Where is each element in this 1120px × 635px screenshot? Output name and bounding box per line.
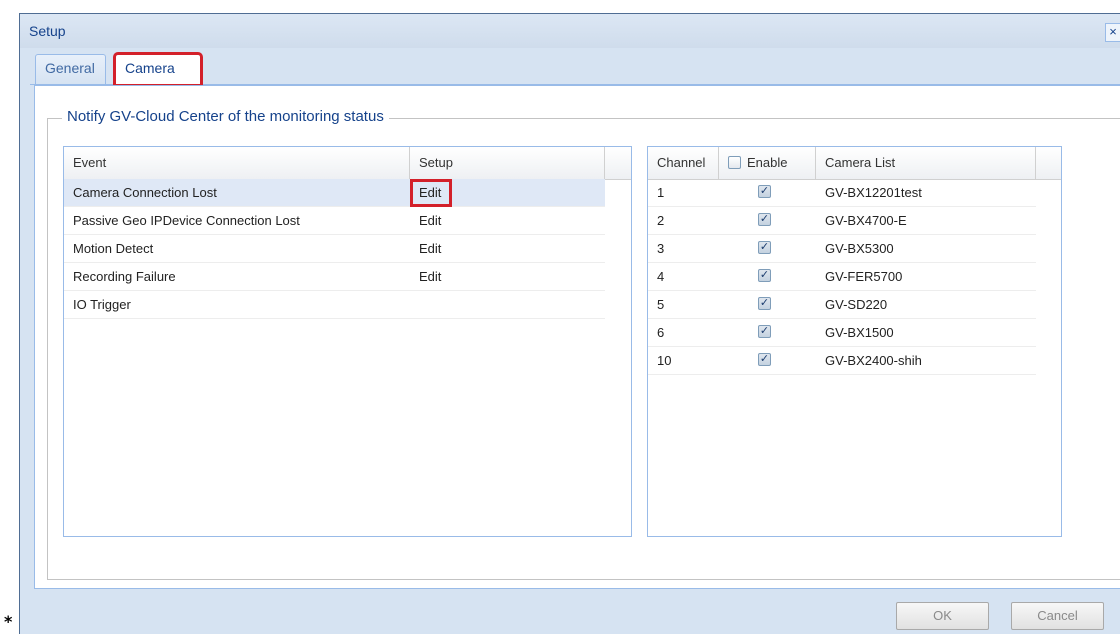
camera-name: GV-BX1500 (825, 325, 894, 340)
enable-checkbox[interactable]: ✓ (758, 185, 771, 198)
camera-row[interactable]: 4 ✓ GV-FER5700 (648, 263, 1036, 291)
camera-row[interactable]: 2 ✓ GV-BX4700-E (648, 207, 1036, 235)
column-header-event[interactable]: Event (64, 147, 410, 179)
camera-name: GV-FER5700 (825, 269, 903, 284)
enable-checkbox[interactable]: ✓ (758, 325, 771, 338)
event-row[interactable]: IO Trigger (64, 291, 605, 319)
enable-checkbox[interactable]: ✓ (758, 241, 771, 254)
channel-number: 2 (657, 213, 665, 228)
event-row[interactable]: Motion Detect Edit (64, 235, 605, 263)
event-name: Passive Geo IPDevice Connection Lost (73, 213, 300, 228)
fieldset-legend: Notify GV-Cloud Center of the monitoring… (62, 108, 389, 125)
channel-number: 3 (657, 241, 665, 256)
events-grid-header: Event Setup (64, 147, 631, 180)
setup-dialog: Setup × General Camera Notify GV-Cloud C… (19, 13, 1120, 634)
ok-button[interactable]: OK (896, 602, 989, 630)
camera-row[interactable]: 3 ✓ GV-BX5300 (648, 235, 1036, 263)
camera-row[interactable]: 1 ✓ GV-BX12201test (648, 179, 1036, 207)
event-row[interactable]: Passive Geo IPDevice Connection Lost Edi… (64, 207, 605, 235)
close-icon[interactable]: × (1105, 23, 1120, 42)
tab-general[interactable]: General (35, 54, 106, 84)
channel-number: 6 (657, 325, 665, 340)
camera-row[interactable]: 6 ✓ GV-BX1500 (648, 319, 1036, 347)
column-header-channel[interactable]: Channel (648, 147, 719, 179)
edit-link[interactable]: Edit (410, 207, 441, 234)
channel-number: 1 (657, 185, 665, 200)
event-name: Camera Connection Lost (73, 185, 217, 200)
camera-grid-header: Channel Enable Camera List (648, 147, 1061, 180)
camera-row[interactable]: 10 ✓ GV-BX2400-shih (648, 347, 1036, 375)
dialog-titlebar: Setup × (20, 14, 1120, 48)
tab-bar: General Camera (30, 50, 1120, 87)
enable-checkbox[interactable]: ✓ (758, 297, 771, 310)
enable-checkbox[interactable]: ✓ (758, 213, 771, 226)
camera-grid: Channel Enable Camera List 1 ✓ GV-BX1220… (647, 146, 1062, 537)
event-row[interactable]: Recording Failure Edit (64, 263, 605, 291)
annotation-asterisk: * (4, 612, 13, 631)
channel-number: 10 (657, 353, 672, 368)
column-header-camera-list[interactable]: Camera List (816, 147, 1036, 179)
dialog-title: Setup (29, 23, 66, 39)
camera-name: GV-BX2400-shih (825, 353, 922, 368)
event-name: Motion Detect (73, 241, 154, 256)
camera-name: GV-BX12201test (825, 185, 922, 200)
event-name: Recording Failure (73, 269, 176, 284)
edit-link[interactable]: Edit (410, 263, 441, 290)
enable-checkbox[interactable]: ✓ (758, 353, 771, 366)
edit-link[interactable]: Edit (410, 179, 452, 207)
camera-name: GV-BX4700-E (825, 213, 907, 228)
camera-name: GV-BX5300 (825, 241, 894, 256)
camera-name: GV-SD220 (825, 297, 888, 312)
event-row[interactable]: Camera Connection Lost Edit (64, 179, 605, 207)
edit-link[interactable] (410, 291, 419, 318)
channel-number: 5 (657, 297, 665, 312)
enable-checkbox[interactable]: ✓ (758, 269, 771, 282)
tab-content-camera: Notify GV-Cloud Center of the monitoring… (34, 85, 1120, 589)
column-header-enable[interactable]: Enable (719, 147, 816, 179)
camera-row[interactable]: 5 ✓ GV-SD220 (648, 291, 1036, 319)
column-header-setup[interactable]: Setup (410, 147, 605, 179)
cancel-button[interactable]: Cancel (1011, 602, 1104, 630)
edit-link[interactable]: Edit (410, 235, 441, 262)
dialog-footer: OK Cancel (34, 587, 1120, 635)
monitoring-status-fieldset: Notify GV-Cloud Center of the monitoring… (47, 108, 1120, 580)
event-name: IO Trigger (73, 297, 131, 312)
tab-camera[interactable]: Camera (113, 52, 203, 87)
channel-number: 4 (657, 269, 665, 284)
events-grid: Event Setup Camera Connection Lost Edit … (63, 146, 632, 537)
enable-header-label: Enable (747, 155, 788, 170)
enable-all-checkbox[interactable] (728, 156, 741, 169)
